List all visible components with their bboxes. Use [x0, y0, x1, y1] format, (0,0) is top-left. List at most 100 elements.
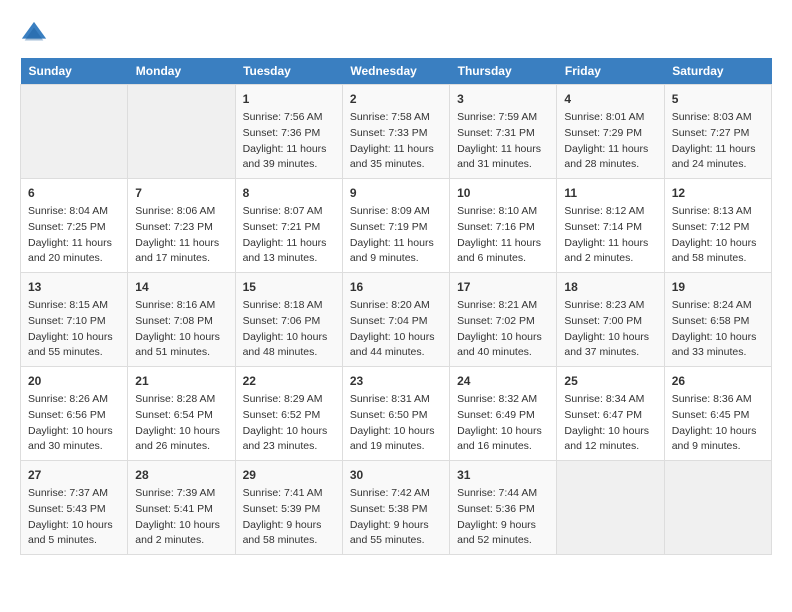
day-cell: 1Sunrise: 7:56 AM Sunset: 7:36 PM Daylig… — [235, 85, 342, 179]
day-info: Sunrise: 8:12 AM Sunset: 7:14 PM Dayligh… — [564, 204, 656, 267]
day-number: 16 — [350, 278, 442, 296]
day-info: Sunrise: 8:07 AM Sunset: 7:21 PM Dayligh… — [243, 204, 335, 267]
day-info: Sunrise: 8:32 AM Sunset: 6:49 PM Dayligh… — [457, 392, 549, 455]
day-number: 2 — [350, 90, 442, 108]
header-cell-tuesday: Tuesday — [235, 58, 342, 85]
day-cell: 5Sunrise: 8:03 AM Sunset: 7:27 PM Daylig… — [664, 85, 771, 179]
day-cell: 18 Sunrise: 8:23 AM Sunset: 7:00 PM Dayli… — [557, 273, 664, 367]
day-info: Sunrise: 8:18 AM Sunset: 7:06 PM Dayligh… — [243, 298, 335, 361]
day-number: 10 — [457, 184, 549, 202]
day-cell: 21Sunrise: 8:28 AM Sunset: 6:54 PM Dayli… — [128, 367, 235, 461]
day-number: 9 — [350, 184, 442, 202]
day-info: Sunrise: 7:39 AM Sunset: 5:41 PM Dayligh… — [135, 486, 227, 549]
day-info: Sunrise: 8:09 AM Sunset: 7:19 PM Dayligh… — [350, 204, 442, 267]
day-info: Sunrise: 8:01 AM Sunset: 7:29 PM Dayligh… — [564, 110, 656, 173]
day-info: Sunrise: 8:34 AM Sunset: 6:47 PM Dayligh… — [564, 392, 656, 455]
day-info: Sunrise: 8:20 AM Sunset: 7:04 PM Dayligh… — [350, 298, 442, 361]
day-cell — [21, 85, 128, 179]
day-info: Sunrise: 8:15 AM Sunset: 7:10 PM Dayligh… — [28, 298, 120, 361]
day-cell: 9 Sunrise: 8:09 AM Sunset: 7:19 PM Daylig… — [342, 179, 449, 273]
day-cell: 6 Sunrise: 8:04 AM Sunset: 7:25 PM Daylig… — [21, 179, 128, 273]
day-number: 15 — [243, 278, 335, 296]
header-cell-thursday: Thursday — [450, 58, 557, 85]
day-info: Sunrise: 8:24 AM Sunset: 6:58 PM Dayligh… — [672, 298, 764, 361]
day-number: 19 — [672, 278, 764, 296]
day-cell: 30 Sunrise: 7:42 AM Sunset: 5:38 PM Dayli… — [342, 461, 449, 555]
day-cell — [557, 461, 664, 555]
day-number: 14 — [135, 278, 227, 296]
day-number: 22 — [243, 372, 335, 390]
day-cell: 17 Sunrise: 8:21 AM Sunset: 7:02 PM Dayli… — [450, 273, 557, 367]
week-row-2: 6 Sunrise: 8:04 AM Sunset: 7:25 PM Daylig… — [21, 179, 772, 273]
calendar-table: SundayMondayTuesdayWednesdayThursdayFrid… — [20, 58, 772, 555]
day-info: Sunrise: 7:42 AM Sunset: 5:38 PM Dayligh… — [350, 486, 442, 549]
day-cell: 10 Sunrise: 8:10 AM Sunset: 7:16 PM Dayli… — [450, 179, 557, 273]
page-header — [20, 20, 772, 48]
header-row: SundayMondayTuesdayWednesdayThursdayFrid… — [21, 58, 772, 85]
day-number: 13 — [28, 278, 120, 296]
day-cell: 23Sunrise: 8:31 AM Sunset: 6:50 PM Dayli… — [342, 367, 449, 461]
day-info: Sunrise: 8:26 AM Sunset: 6:56 PM Dayligh… — [28, 392, 120, 455]
day-info: Sunrise: 8:36 AM Sunset: 6:45 PM Dayligh… — [672, 392, 764, 455]
day-number: 3 — [457, 90, 549, 108]
day-number: 4 — [564, 90, 656, 108]
day-cell: 20 Sunrise: 8:26 AM Sunset: 6:56 PM Dayli… — [21, 367, 128, 461]
day-cell: 19 Sunrise: 8:24 AM Sunset: 6:58 PM Dayli… — [664, 273, 771, 367]
day-number: 31 — [457, 466, 549, 484]
day-number: 29 — [243, 466, 335, 484]
day-info: Sunrise: 8:04 AM Sunset: 7:25 PM Dayligh… — [28, 204, 120, 267]
day-info: Sunrise: 8:29 AM Sunset: 6:52 PM Dayligh… — [243, 392, 335, 455]
day-info: Sunrise: 7:41 AM Sunset: 5:39 PM Dayligh… — [243, 486, 335, 549]
day-number: 27 — [28, 466, 120, 484]
day-info: Sunrise: 7:58 AM Sunset: 7:33 PM Dayligh… — [350, 110, 442, 173]
day-number: 30 — [350, 466, 442, 484]
day-info: Sunrise: 7:37 AM Sunset: 5:43 PM Dayligh… — [28, 486, 120, 549]
day-cell: 11 Sunrise: 8:12 AM Sunset: 7:14 PM Dayli… — [557, 179, 664, 273]
calendar-header: SundayMondayTuesdayWednesdayThursdayFrid… — [21, 58, 772, 85]
day-info: Sunrise: 7:44 AM Sunset: 5:36 PM Dayligh… — [457, 486, 549, 549]
day-number: 25 — [564, 372, 656, 390]
day-number: 24 — [457, 372, 549, 390]
day-number: 26 — [672, 372, 764, 390]
day-cell: 15 Sunrise: 8:18 AM Sunset: 7:06 PM Dayli… — [235, 273, 342, 367]
day-number: 23 — [350, 372, 442, 390]
day-cell: 27 Sunrise: 7:37 AM Sunset: 5:43 PM Dayli… — [21, 461, 128, 555]
day-cell: 8 Sunrise: 8:07 AM Sunset: 7:21 PM Daylig… — [235, 179, 342, 273]
day-number: 8 — [243, 184, 335, 202]
day-info: Sunrise: 8:21 AM Sunset: 7:02 PM Dayligh… — [457, 298, 549, 361]
day-info: Sunrise: 8:10 AM Sunset: 7:16 PM Dayligh… — [457, 204, 549, 267]
day-cell: 28 Sunrise: 7:39 AM Sunset: 5:41 PM Dayli… — [128, 461, 235, 555]
day-cell: 14Sunrise: 8:16 AM Sunset: 7:08 PM Dayli… — [128, 273, 235, 367]
day-number: 11 — [564, 184, 656, 202]
day-cell: 2 Sunrise: 7:58 AM Sunset: 7:33 PM Daylig… — [342, 85, 449, 179]
day-number: 21 — [135, 372, 227, 390]
day-cell: 12 Sunrise: 8:13 AM Sunset: 7:12 PM Dayli… — [664, 179, 771, 273]
day-cell: 31 Sunrise: 7:44 AM Sunset: 5:36 PM Dayli… — [450, 461, 557, 555]
day-cell: 22 Sunrise: 8:29 AM Sunset: 6:52 PM Dayli… — [235, 367, 342, 461]
day-number: 17 — [457, 278, 549, 296]
day-number: 12 — [672, 184, 764, 202]
week-row-5: 27 Sunrise: 7:37 AM Sunset: 5:43 PM Dayli… — [21, 461, 772, 555]
day-number: 28 — [135, 466, 227, 484]
day-info: Sunrise: 8:06 AM Sunset: 7:23 PM Dayligh… — [135, 204, 227, 267]
header-cell-wednesday: Wednesday — [342, 58, 449, 85]
day-number: 20 — [28, 372, 120, 390]
day-info: Sunrise: 8:23 AM Sunset: 7:00 PM Dayligh… — [564, 298, 656, 361]
header-cell-monday: Monday — [128, 58, 235, 85]
day-cell: 13 Sunrise: 8:15 AM Sunset: 7:10 PM Dayli… — [21, 273, 128, 367]
day-cell: 16 Sunrise: 8:20 AM Sunset: 7:04 PM Dayli… — [342, 273, 449, 367]
day-cell — [664, 461, 771, 555]
header-cell-saturday: Saturday — [664, 58, 771, 85]
day-info: Sunrise: 8:13 AM Sunset: 7:12 PM Dayligh… — [672, 204, 764, 267]
week-row-4: 20 Sunrise: 8:26 AM Sunset: 6:56 PM Dayli… — [21, 367, 772, 461]
day-cell — [128, 85, 235, 179]
calendar-body: 1Sunrise: 7:56 AM Sunset: 7:36 PM Daylig… — [21, 85, 772, 555]
day-number: 6 — [28, 184, 120, 202]
day-cell: 3Sunrise: 7:59 AM Sunset: 7:31 PM Daylig… — [450, 85, 557, 179]
week-row-1: 1Sunrise: 7:56 AM Sunset: 7:36 PM Daylig… — [21, 85, 772, 179]
day-cell: 25 Sunrise: 8:34 AM Sunset: 6:47 PM Dayli… — [557, 367, 664, 461]
header-cell-sunday: Sunday — [21, 58, 128, 85]
header-cell-friday: Friday — [557, 58, 664, 85]
day-number: 18 — [564, 278, 656, 296]
week-row-3: 13 Sunrise: 8:15 AM Sunset: 7:10 PM Dayli… — [21, 273, 772, 367]
